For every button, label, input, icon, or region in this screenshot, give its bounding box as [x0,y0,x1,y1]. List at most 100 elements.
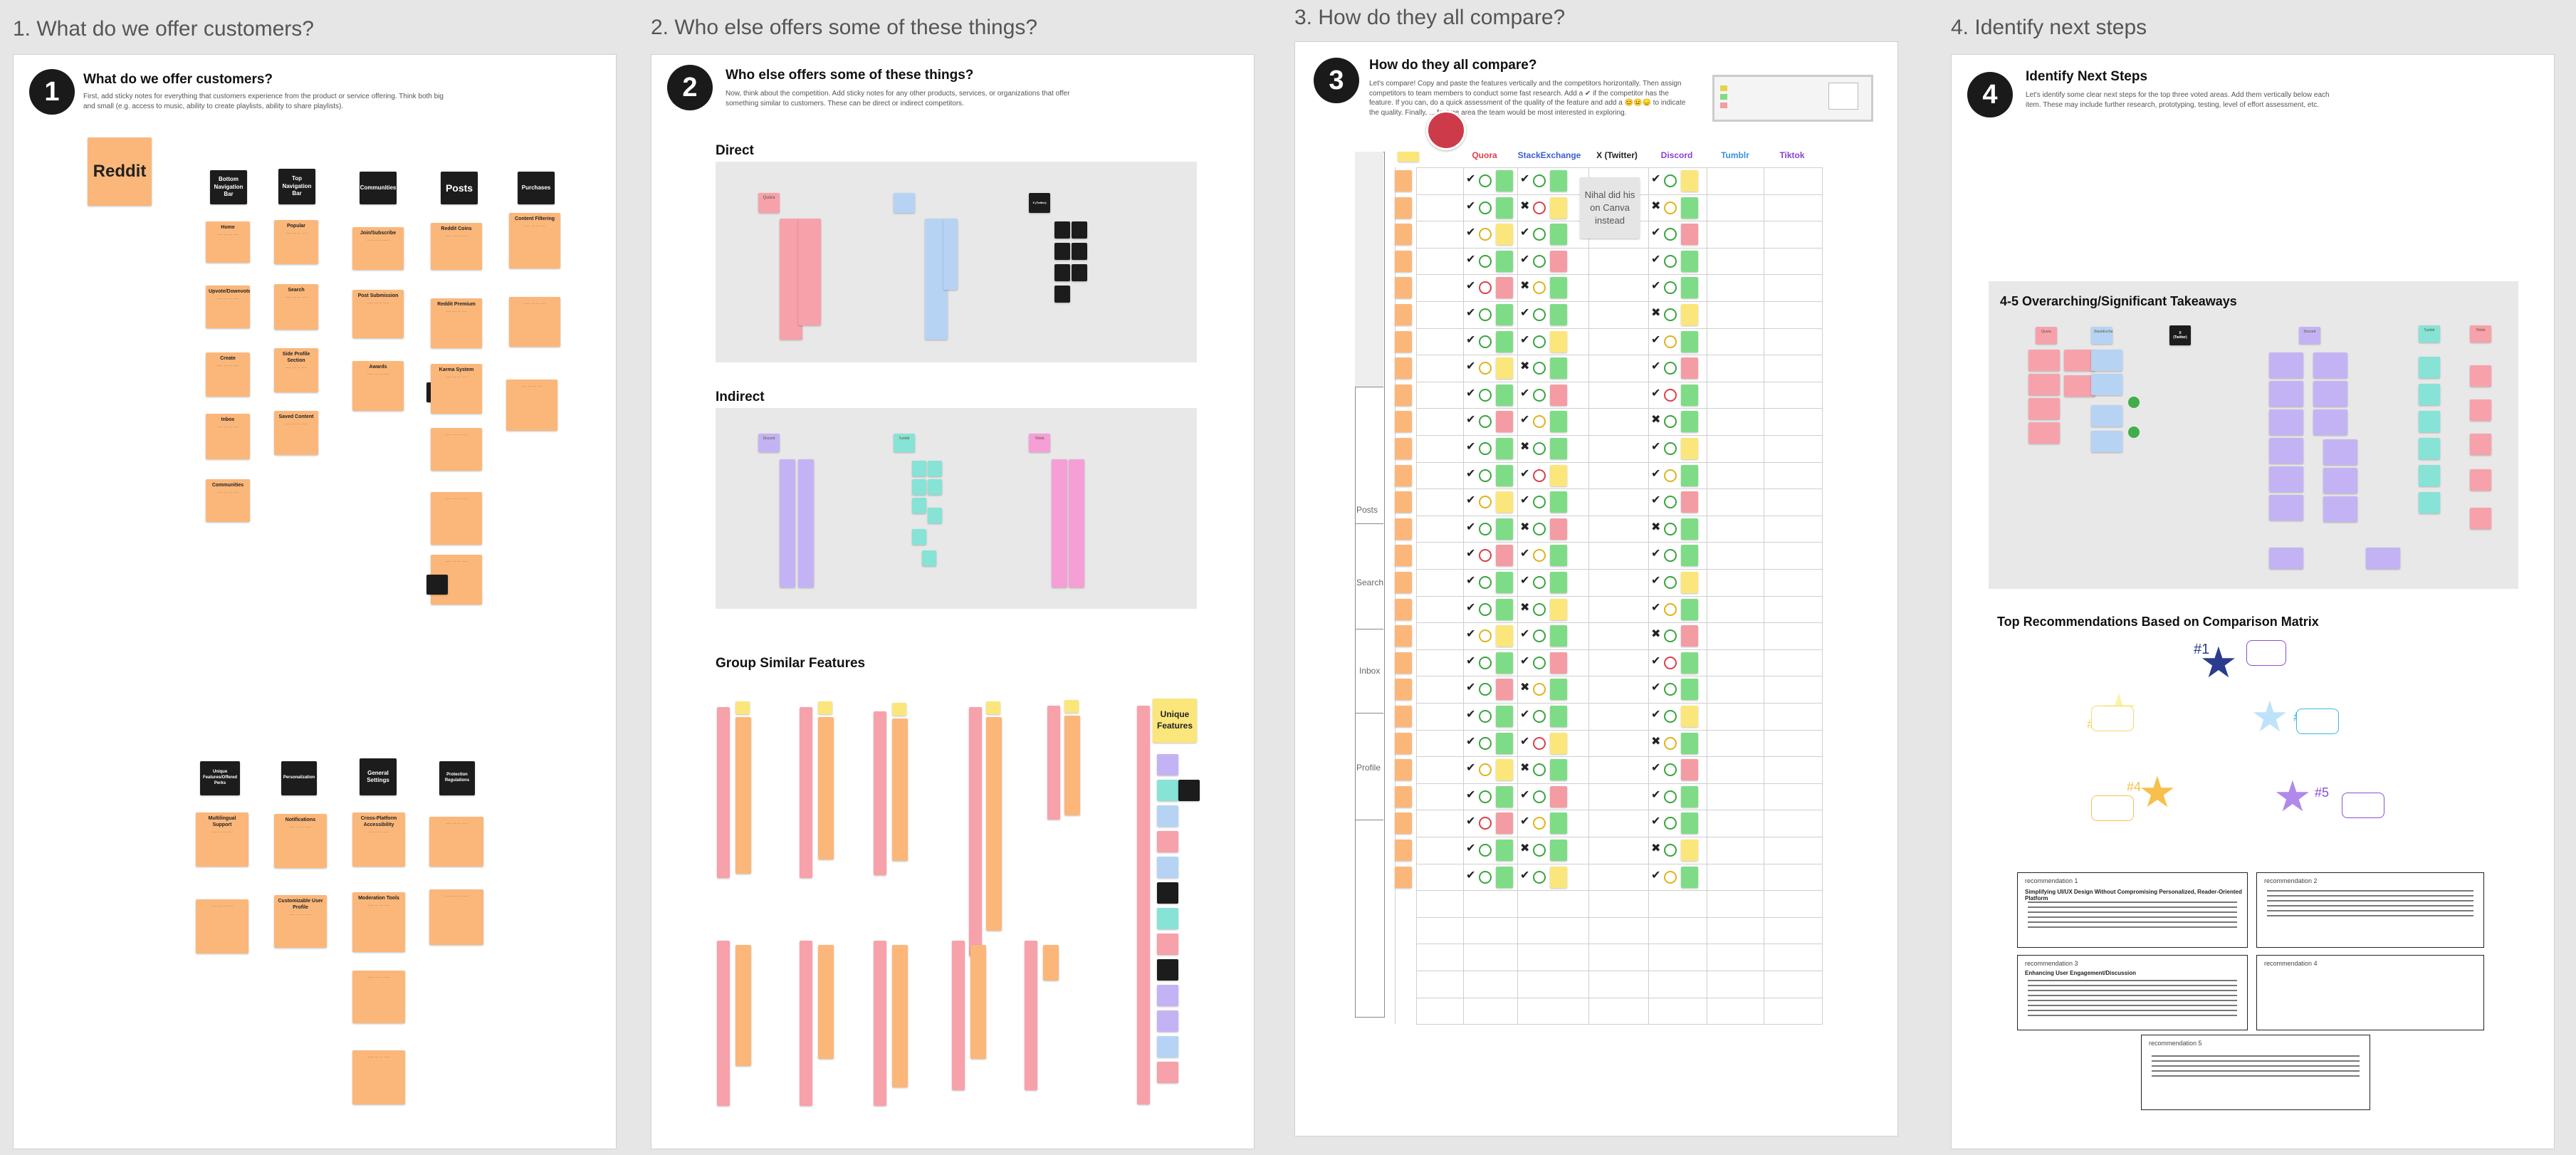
group-column[interactable] [874,941,886,1106]
takeaway-sticky[interactable] [2091,350,2122,371]
rating-sticky[interactable] [1496,518,1513,540]
feature-sticky[interactable]: Reddit Coins ···· ··· ·· ···· [431,223,482,270]
feature-sticky[interactable] [1395,545,1412,567]
frame-4[interactable]: 4 Identify Next Steps Let's identify som… [1951,54,2555,1149]
rating-sticky[interactable] [1681,250,1698,272]
rating-sticky[interactable] [1550,491,1567,513]
group-label-sticky[interactable] [892,703,906,716]
competitor-sticky[interactable]: X (Twitter) [1029,193,1050,213]
takeaway-sticky[interactable] [2091,431,2122,452]
takeaway-sticky[interactable] [2269,548,2303,569]
comment-bubble[interactable] [2342,793,2384,818]
vote-dot[interactable] [2128,427,2140,438]
feature-sticky[interactable] [1157,908,1178,929]
group-label-sticky[interactable] [986,701,1000,714]
rating-sticky[interactable] [1496,491,1513,513]
rating-sticky[interactable] [1681,277,1698,299]
rating-sticky[interactable] [1681,224,1698,246]
takeaway-sticky[interactable] [2470,434,2491,455]
group-label-sticky[interactable] [1064,700,1079,713]
group-column[interactable] [1047,706,1060,820]
rating-sticky[interactable] [1550,330,1567,352]
feature-sticky[interactable] [1054,221,1070,239]
rating-sticky[interactable] [1681,652,1698,674]
takeaway-sticky[interactable] [2313,409,2347,435]
frame-3[interactable]: 3 How do they all compare? Let's compare… [1294,41,1898,1136]
takeaway-sticky[interactable] [2313,381,2347,407]
feature-sticky[interactable] [1157,934,1178,955]
feature-sticky[interactable] [1157,780,1178,801]
feature-sticky[interactable] [1395,625,1412,647]
takeaway-sticky[interactable] [2419,357,2440,378]
feature-sticky[interactable]: Inbox ···· ··· ·· ···· [206,414,250,459]
group-column[interactable] [1137,706,1150,1104]
feature-sticky[interactable]: Communities ···· ··· ·· ···· [206,479,250,522]
rating-sticky[interactable] [1681,840,1698,861]
feature-sticky[interactable] [1072,264,1087,281]
feature-sticky[interactable]: ···· ··· ·· ···· [196,899,248,953]
feature-sticky[interactable] [1395,411,1412,433]
feature-sticky[interactable] [1157,985,1178,1006]
rating-sticky[interactable] [1496,170,1513,192]
rating-sticky[interactable] [1550,866,1567,888]
category-sticky[interactable]: Top Navigation Bar [278,169,315,204]
competitor-sticky[interactable]: Tiktok [2470,325,2491,343]
takeaway-sticky[interactable] [2313,352,2347,378]
category-sticky[interactable]: General Settings [360,758,397,795]
recommendation-box[interactable]: recommendation 3 Enhancing User Engageme… [2017,955,2248,1030]
rating-sticky[interactable] [1496,759,1513,781]
rating-sticky[interactable] [1496,330,1513,352]
recommendation-box[interactable]: recommendation 2 [2256,872,2484,948]
feature-sticky[interactable] [912,529,926,545]
takeaway-sticky[interactable] [2091,374,2122,395]
competitor-sticky[interactable]: Quora [2036,327,2057,344]
comment-bubble[interactable] [2246,640,2286,666]
rating-sticky[interactable] [1550,598,1567,620]
takeaway-sticky[interactable] [2470,399,2491,421]
feature-sticky[interactable]: ···· ··· ·· ···· [429,889,483,945]
rating-sticky[interactable] [1496,411,1513,433]
takeaway-sticky[interactable] [2269,381,2303,407]
feature-sticky[interactable] [1395,785,1412,808]
rating-sticky[interactable] [1496,625,1513,647]
feature-column[interactable] [1069,459,1084,587]
rating-sticky[interactable] [1550,545,1567,567]
takeaway-sticky[interactable] [2028,398,2060,419]
competitor-sticky[interactable]: Tumblr [2419,325,2440,343]
competitor-sticky[interactable]: StackExchange [2091,327,2112,344]
rating-sticky[interactable] [1496,438,1513,459]
takeaway-sticky[interactable] [2419,384,2440,405]
group-label-sticky[interactable] [735,701,750,714]
feature-sticky[interactable] [1395,732,1412,754]
group-column[interactable] [970,945,986,1059]
rating-sticky[interactable] [1496,866,1513,888]
feature-sticky[interactable]: Join/Subscribe ···· ··· ·· ···· [352,227,404,270]
rating-sticky[interactable] [1681,785,1698,808]
group-column[interactable] [892,718,908,861]
feature-sticky[interactable] [1395,330,1412,352]
feature-sticky[interactable] [1395,464,1412,486]
brand-sticky[interactable]: Reddit [88,137,152,206]
feature-sticky[interactable] [1395,277,1412,299]
rating-sticky[interactable] [1496,357,1513,380]
takeaway-sticky[interactable] [2269,438,2303,464]
feature-sticky[interactable] [1395,866,1412,888]
feature-sticky[interactable] [1395,598,1412,620]
feature-column[interactable] [798,219,821,325]
recommendation-box[interactable]: recommendation 4 [2256,955,2484,1030]
feature-sticky[interactable]: ···· ··· ·· ···· [429,817,483,867]
group-column[interactable] [735,717,751,874]
rating-sticky[interactable] [1496,812,1513,835]
feature-sticky[interactable] [1395,572,1412,593]
rating-sticky[interactable] [1550,706,1567,727]
category-sticky[interactable]: Personalization [281,761,317,795]
takeaway-sticky[interactable] [2419,411,2440,432]
takeaways-area[interactable]: 4-5 Overarching/Significant Takeaways Qu… [1989,281,2518,589]
rating-sticky[interactable] [1550,224,1567,246]
group-column[interactable] [1064,716,1080,815]
rating-sticky[interactable] [1550,277,1567,299]
rating-sticky[interactable] [1681,411,1698,433]
feature-sticky[interactable] [928,508,942,523]
frame-1[interactable]: 1 What do we offer customers? First, add… [13,54,617,1149]
takeaway-sticky[interactable] [2470,508,2491,529]
